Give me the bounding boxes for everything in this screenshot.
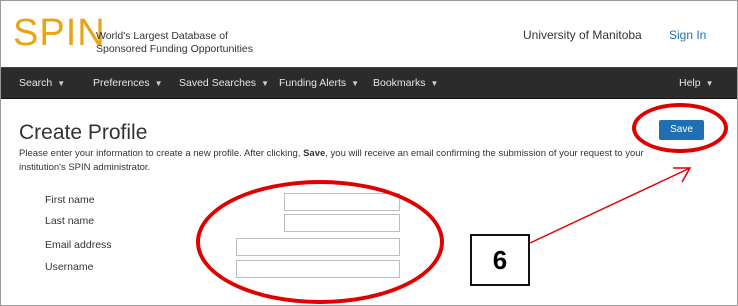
main-nav: Search ▼ Preferences ▼ Saved Searches ▼ Fun…: [1, 67, 737, 99]
instructions-save-word: Save: [303, 148, 326, 159]
nav-search[interactable]: Search ▼: [19, 68, 65, 98]
nav-help[interactable]: Help ▼: [679, 68, 714, 98]
first-name-field[interactable]: [284, 193, 400, 211]
nav-preferences[interactable]: Preferences ▼: [93, 68, 163, 98]
first-name-label: First name: [45, 194, 95, 206]
tagline-line-2: Sponsored Funding Opportunities: [96, 43, 254, 55]
step-number-callout: 6: [470, 234, 530, 286]
last-name-field[interactable]: [284, 214, 400, 232]
chevron-down-icon: ▼: [261, 79, 269, 88]
chevron-down-icon: ▼: [351, 79, 360, 88]
nav-bookmarks-label: Bookmarks: [373, 77, 426, 89]
spin-logo[interactable]: SPIN: [13, 11, 106, 55]
nav-funding-alerts[interactable]: Funding Alerts ▼: [279, 68, 359, 98]
nav-preferences-label: Preferences: [93, 77, 150, 89]
browser-frame: SPIN World's Largest Database of Sponsor…: [0, 0, 738, 306]
nav-help-label: Help: [679, 77, 701, 89]
nav-search-label: Search: [19, 77, 53, 89]
instructions-text: Please enter your information to create …: [19, 147, 659, 175]
instructions-part-1: Please enter your information to create …: [19, 148, 304, 159]
nav-saved-searches[interactable]: Saved Searches ▼: [179, 68, 269, 98]
sign-in-link[interactable]: Sign In: [669, 28, 706, 42]
username-field[interactable]: [236, 260, 400, 278]
chevron-down-icon: ▼: [430, 79, 439, 88]
tagline: World's Largest Database of Sponsored Fu…: [96, 30, 253, 56]
site-header: SPIN World's Largest Database of Sponsor…: [1, 1, 737, 67]
chevron-down-icon: ▼: [57, 79, 66, 88]
last-name-label: Last name: [45, 215, 95, 227]
username-label: Username: [45, 261, 94, 273]
email-address-label: Email address: [45, 239, 112, 251]
nav-saved-searches-label: Saved Searches: [179, 77, 257, 89]
chevron-down-icon: ▼: [154, 79, 163, 88]
institution-name: University of Manitoba: [523, 28, 642, 42]
chevron-down-icon: ▼: [705, 79, 714, 88]
nav-bookmarks[interactable]: Bookmarks ▼: [373, 68, 438, 98]
email-field[interactable]: [236, 238, 400, 256]
tagline-line-1: World's Largest Database of: [96, 30, 228, 42]
nav-funding-alerts-label: Funding Alerts: [279, 77, 347, 89]
page-title: Create Profile: [19, 121, 148, 144]
save-button[interactable]: Save: [659, 120, 704, 140]
